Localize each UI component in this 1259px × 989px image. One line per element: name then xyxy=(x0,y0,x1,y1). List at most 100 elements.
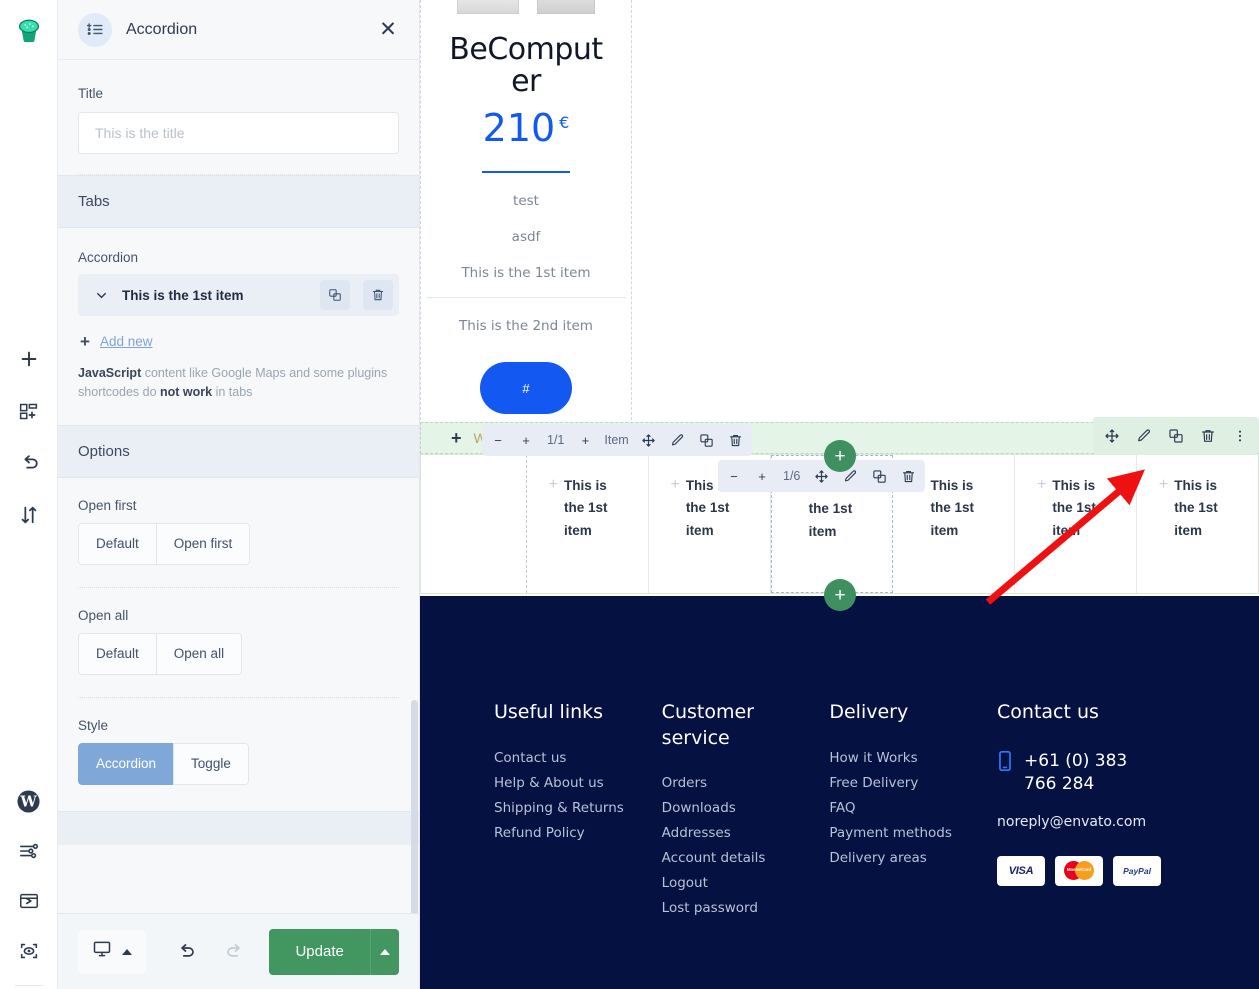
item-fraction-label: 1/1 xyxy=(547,433,565,447)
footer-heading: Customer service xyxy=(661,701,754,749)
title-input[interactable] xyxy=(78,112,399,154)
copy-icon[interactable] xyxy=(1161,421,1191,451)
laptop-image xyxy=(537,0,595,14)
trash-icon[interactable] xyxy=(1193,421,1223,451)
copy-icon[interactable] xyxy=(320,280,350,310)
footer-column-useful-links: Useful links Contact us Help & About us … xyxy=(494,700,662,989)
plus-icon[interactable]: + xyxy=(670,475,679,496)
product-card: BeComputer 210 € test asdf This is the 1… xyxy=(420,0,632,420)
column-item[interactable]: + This is the 1st item xyxy=(1015,455,1138,593)
contact-phone[interactable]: +61 (0) 383 766 284 xyxy=(1024,750,1161,796)
column-empty[interactable] xyxy=(421,455,527,593)
add-item-plus[interactable]: + xyxy=(571,426,599,454)
wordpress-icon[interactable]: W xyxy=(10,782,48,820)
preview-eye-icon[interactable] xyxy=(10,932,48,970)
move-icon[interactable] xyxy=(634,426,663,454)
plus-icon[interactable]: + xyxy=(1037,475,1046,496)
contact-email[interactable]: noreply@envato.com xyxy=(997,814,1161,830)
footer-link[interactable]: Lost password xyxy=(662,900,806,916)
plus-icon[interactable]: + xyxy=(1159,475,1168,496)
footer-link[interactable]: Free Delivery xyxy=(829,775,973,791)
add-section-fab-bottom[interactable]: + xyxy=(824,579,856,611)
column-item[interactable]: + This is the 1st item xyxy=(527,455,649,593)
footer-link[interactable]: Logout xyxy=(662,875,806,891)
open-all-option-default[interactable]: Default xyxy=(78,632,156,675)
column-text: This is the 1st item xyxy=(930,478,975,538)
column-text: This is the 1st item xyxy=(563,478,608,538)
move-icon[interactable] xyxy=(1097,421,1127,451)
add-new-button[interactable]: + Add new xyxy=(58,316,419,350)
history-undo-icon[interactable] xyxy=(10,444,48,482)
style-option-toggle[interactable]: Toggle xyxy=(173,742,249,785)
copy-icon[interactable] xyxy=(692,426,721,454)
trash-icon[interactable] xyxy=(363,280,393,310)
column-item[interactable]: + This is the 1st item xyxy=(1137,455,1258,593)
footer-link[interactable]: Contact us xyxy=(494,750,638,766)
open-window-icon[interactable] xyxy=(10,882,48,920)
footer-link[interactable]: Payment methods xyxy=(829,825,973,841)
svg-text:W: W xyxy=(19,793,37,810)
footer-link[interactable]: Refund Policy xyxy=(494,825,638,841)
update-button[interactable]: Update xyxy=(269,928,370,975)
hint-bold: not work xyxy=(160,385,213,400)
footer-link[interactable]: How it Works xyxy=(829,750,973,766)
caret-up-icon xyxy=(122,948,132,955)
settings-sliders-icon[interactable] xyxy=(10,832,48,870)
plus-icon[interactable]: + xyxy=(549,475,558,496)
panel-scrollbar-thumb[interactable] xyxy=(411,700,418,913)
product-thumbnails xyxy=(457,0,595,14)
update-options-caret[interactable] xyxy=(369,928,399,975)
footer-link[interactable]: Addresses xyxy=(662,825,806,841)
mastercard-label: MasterCard xyxy=(1066,867,1092,873)
add-section-fab-top[interactable]: + xyxy=(824,440,856,472)
open-first-option-openfirst[interactable]: Open first xyxy=(155,522,251,565)
product-action-button[interactable]: # xyxy=(480,362,572,414)
rail-middle-group xyxy=(10,340,48,534)
footer-link[interactable]: Orders xyxy=(662,775,806,791)
panel-body: Title Tabs Accordion This is the 1st ite… xyxy=(58,60,419,913)
footer-link[interactable]: Shipping & Returns xyxy=(494,800,638,816)
cupcake-logo[interactable] xyxy=(12,14,46,48)
open-first-option-default[interactable]: Default xyxy=(78,522,156,565)
accordion-list-item[interactable]: This is the 1st item xyxy=(78,274,399,316)
product-line-1: test xyxy=(513,193,539,209)
pencil-icon[interactable] xyxy=(663,426,692,454)
column-text: This is the 1st item xyxy=(1174,478,1218,538)
add-template-icon[interactable] xyxy=(10,392,48,430)
visa-label: VISA xyxy=(1008,864,1034,877)
pencil-icon[interactable] xyxy=(1129,421,1159,451)
increase-item-button[interactable]: + xyxy=(512,426,540,454)
footer-link[interactable]: Account details xyxy=(662,850,806,866)
list-settings-icon xyxy=(78,12,112,47)
footer-link[interactable]: Help & About us xyxy=(494,775,638,791)
add-item-label[interactable]: Item xyxy=(599,426,633,454)
more-vertical-icon[interactable] xyxy=(1225,421,1255,451)
add-element-icon[interactable] xyxy=(10,340,48,378)
trash-icon[interactable] xyxy=(894,462,923,490)
mobile-phone-icon xyxy=(997,750,1013,777)
product-line-2: asdf xyxy=(511,229,541,245)
undo-icon[interactable] xyxy=(166,932,206,972)
panel-scrollbar[interactable] xyxy=(410,60,419,913)
trash-icon[interactable] xyxy=(721,426,750,454)
open-all-option-openall[interactable]: Open all xyxy=(155,632,243,675)
style-option-accordion[interactable]: Accordion xyxy=(78,742,174,785)
open-first-label: Open first xyxy=(78,497,137,513)
footer-link[interactable]: FAQ xyxy=(829,800,973,816)
redo-icon[interactable] xyxy=(216,932,256,972)
increase-column-button[interactable]: + xyxy=(748,462,776,490)
decrease-column-button[interactable]: − xyxy=(720,462,748,490)
decrease-item-button[interactable]: − xyxy=(484,426,512,454)
style-group: Style Accordion Toggle xyxy=(58,698,419,789)
copy-icon[interactable] xyxy=(865,462,894,490)
footer-link[interactable]: Downloads xyxy=(662,800,806,816)
price-amount: 210 xyxy=(482,106,556,150)
device-preview-selector[interactable] xyxy=(78,929,146,974)
column-fraction-label: 1/6 xyxy=(783,469,801,483)
close-icon[interactable]: ✕ xyxy=(375,17,401,43)
reorder-icon[interactable] xyxy=(10,496,48,534)
site-footer: Useful links Contact us Help & About us … xyxy=(420,596,1259,989)
tabs-hint-text: JavaScript content like Google Maps and … xyxy=(58,350,419,425)
footer-link[interactable]: Delivery areas xyxy=(829,850,973,866)
chevron-down-icon[interactable] xyxy=(90,288,112,303)
